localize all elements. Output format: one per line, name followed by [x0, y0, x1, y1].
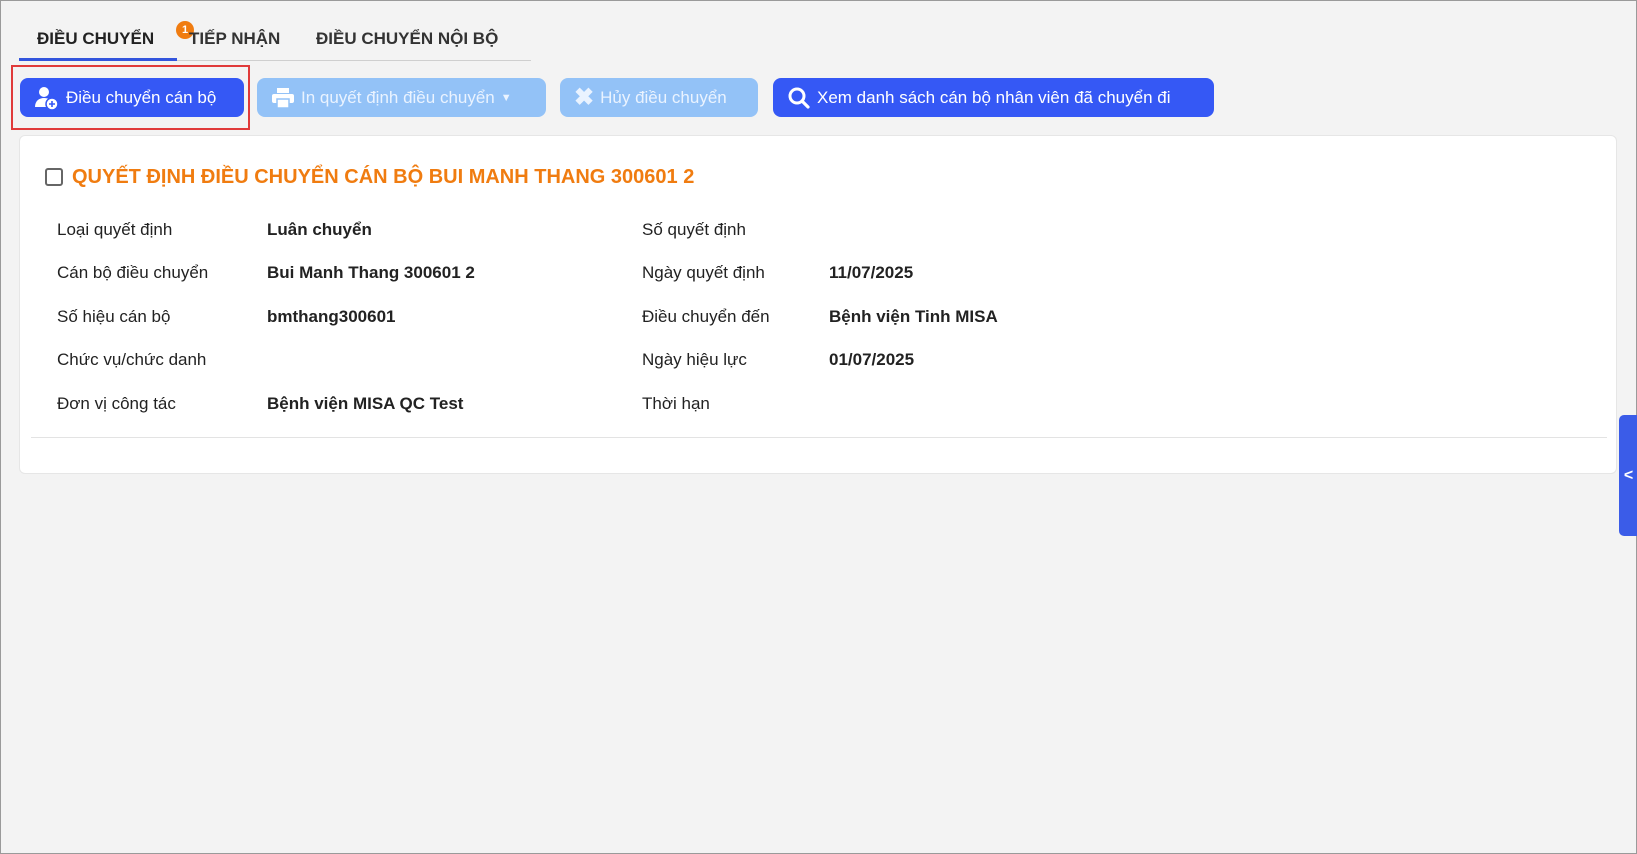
button-label: In quyết định điều chuyển: [301, 87, 495, 107]
collapse-panel-button[interactable]: <: [1619, 415, 1637, 536]
tab-bar: ĐIỀU CHUYỂN 1 TIẾP NHẬN ĐIỀU CHUYỂN NỘI B…: [19, 21, 531, 61]
view-transferred-list-button[interactable]: Xem danh sách cán bộ nhân viên đã chuyển…: [773, 78, 1214, 117]
print-decision-button[interactable]: In quyết định điều chuyển ▼: [257, 78, 546, 117]
field-label: Loại quyết định: [57, 220, 173, 239]
field-value: 11/07/2025: [829, 263, 914, 282]
search-icon: [788, 87, 810, 109]
tab-dieu-chuyen[interactable]: ĐIỀU CHUYỂN 1: [37, 21, 194, 49]
divider: [31, 437, 1607, 438]
field-value: bmthang300601: [267, 307, 396, 326]
tab-dieu-chuyen-noi-bo[interactable]: ĐIỀU CHUYỂN NỘI BỘ: [316, 29, 498, 49]
button-label: Điều chuyển cán bộ: [66, 87, 217, 107]
select-checkbox[interactable]: [45, 168, 63, 186]
field-value: Bui Manh Thang 300601 2: [267, 263, 475, 282]
transfer-staff-button[interactable]: Điều chuyển cán bộ: [20, 78, 244, 117]
field-value: Luân chuyển: [267, 220, 372, 239]
field-value: 01/07/2025: [829, 350, 915, 369]
button-label: Xem danh sách cán bộ nhân viên đã chuyển…: [817, 87, 1171, 107]
decision-title[interactable]: QUYẾT ĐỊNH ĐIỀU CHUYỂN CÁN BỘ BUI MANH T…: [72, 166, 694, 189]
field-label: Đơn vị công tác: [57, 394, 176, 413]
caret-down-icon: ▼: [500, 91, 512, 104]
field-label: Số hiệu cán bộ: [57, 307, 171, 326]
active-tab-indicator: [19, 58, 177, 61]
add-user-icon: [35, 86, 59, 111]
tab-tiep-nhan[interactable]: TIẾP NHẬN: [189, 29, 280, 49]
decision-card: QUYẾT ĐỊNH ĐIỀU CHUYỂN CÁN BỘ BUI MANH T…: [19, 135, 1617, 474]
cancel-transfer-button[interactable]: ✖ Hủy điều chuyển: [560, 78, 758, 117]
field-label: Chức vụ/chức danh: [57, 350, 207, 369]
field-label: Cán bộ điều chuyển: [57, 263, 209, 282]
field-label: Thời hạn: [642, 394, 710, 413]
field-label: Điều chuyển đến: [642, 307, 770, 326]
field-value: Bệnh viện Tinh MISA: [829, 307, 998, 326]
button-label: Hủy điều chuyển: [600, 87, 727, 107]
close-icon: ✖: [574, 84, 595, 111]
field-label: Số quyết định: [642, 220, 746, 239]
chevron-left-icon: <: [1623, 466, 1634, 484]
field-label: Ngày hiệu lực: [642, 350, 747, 369]
printer-icon: [272, 87, 294, 109]
field-value: Bệnh viện MISA QC Test: [267, 394, 464, 413]
field-label: Ngày quyết định: [642, 263, 765, 282]
tab-label: ĐIỀU CHUYỂN: [37, 29, 155, 48]
